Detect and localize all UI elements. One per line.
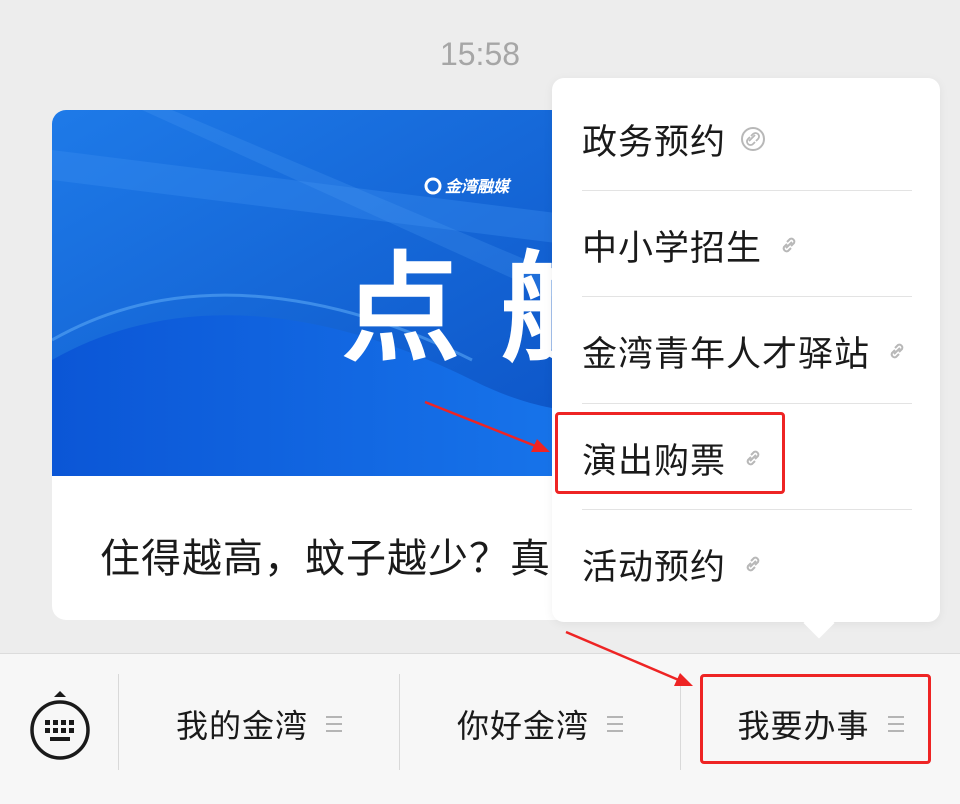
menu-divider (582, 190, 912, 191)
menu-item-government-appointment[interactable]: 政务预约 (552, 86, 940, 192)
service-menu-popup: 政务预约 中小学招生 金湾青年人才驿站 演出购票 活动预约 (552, 78, 940, 622)
link-icon (740, 126, 766, 152)
menu-divider (582, 296, 912, 297)
link-icon (740, 551, 766, 577)
highlight-box-show-tickets (555, 412, 785, 494)
menu-lines-icon (326, 716, 342, 732)
link-icon (884, 338, 910, 364)
highlight-box-service-tab (700, 674, 931, 764)
menu-item-school-enrollment[interactable]: 中小学招生 (552, 192, 940, 298)
menu-item-youth-talent-station[interactable]: 金湾青年人才驿站 (552, 298, 940, 404)
tab-label: 你好金湾 (456, 707, 589, 745)
tab-my-jinwan[interactable]: 我的金湾 (119, 672, 399, 776)
menu-item-event-appointment[interactable]: 活动预约 (552, 511, 940, 617)
menu-item-label: 中小学招生 (582, 228, 763, 269)
menu-divider (582, 509, 912, 510)
tab-hello-jinwan[interactable]: 你好金湾 (400, 672, 680, 776)
tab-label: 我的金湾 (175, 707, 308, 745)
banner-brand: 金湾融媒 (445, 177, 512, 196)
menu-lines-icon (607, 716, 623, 732)
menu-item-label: 活动预约 (582, 547, 727, 588)
article-title: 住得越高，蚊子越少？真 (100, 536, 551, 582)
message-timestamp: 15:58 (439, 36, 521, 72)
keyboard-icon[interactable] (28, 690, 92, 762)
menu-divider (582, 403, 912, 404)
menu-item-label: 金湾青年人才驿站 (582, 334, 871, 375)
menu-item-label: 政务预约 (582, 122, 727, 163)
link-icon (776, 232, 802, 258)
